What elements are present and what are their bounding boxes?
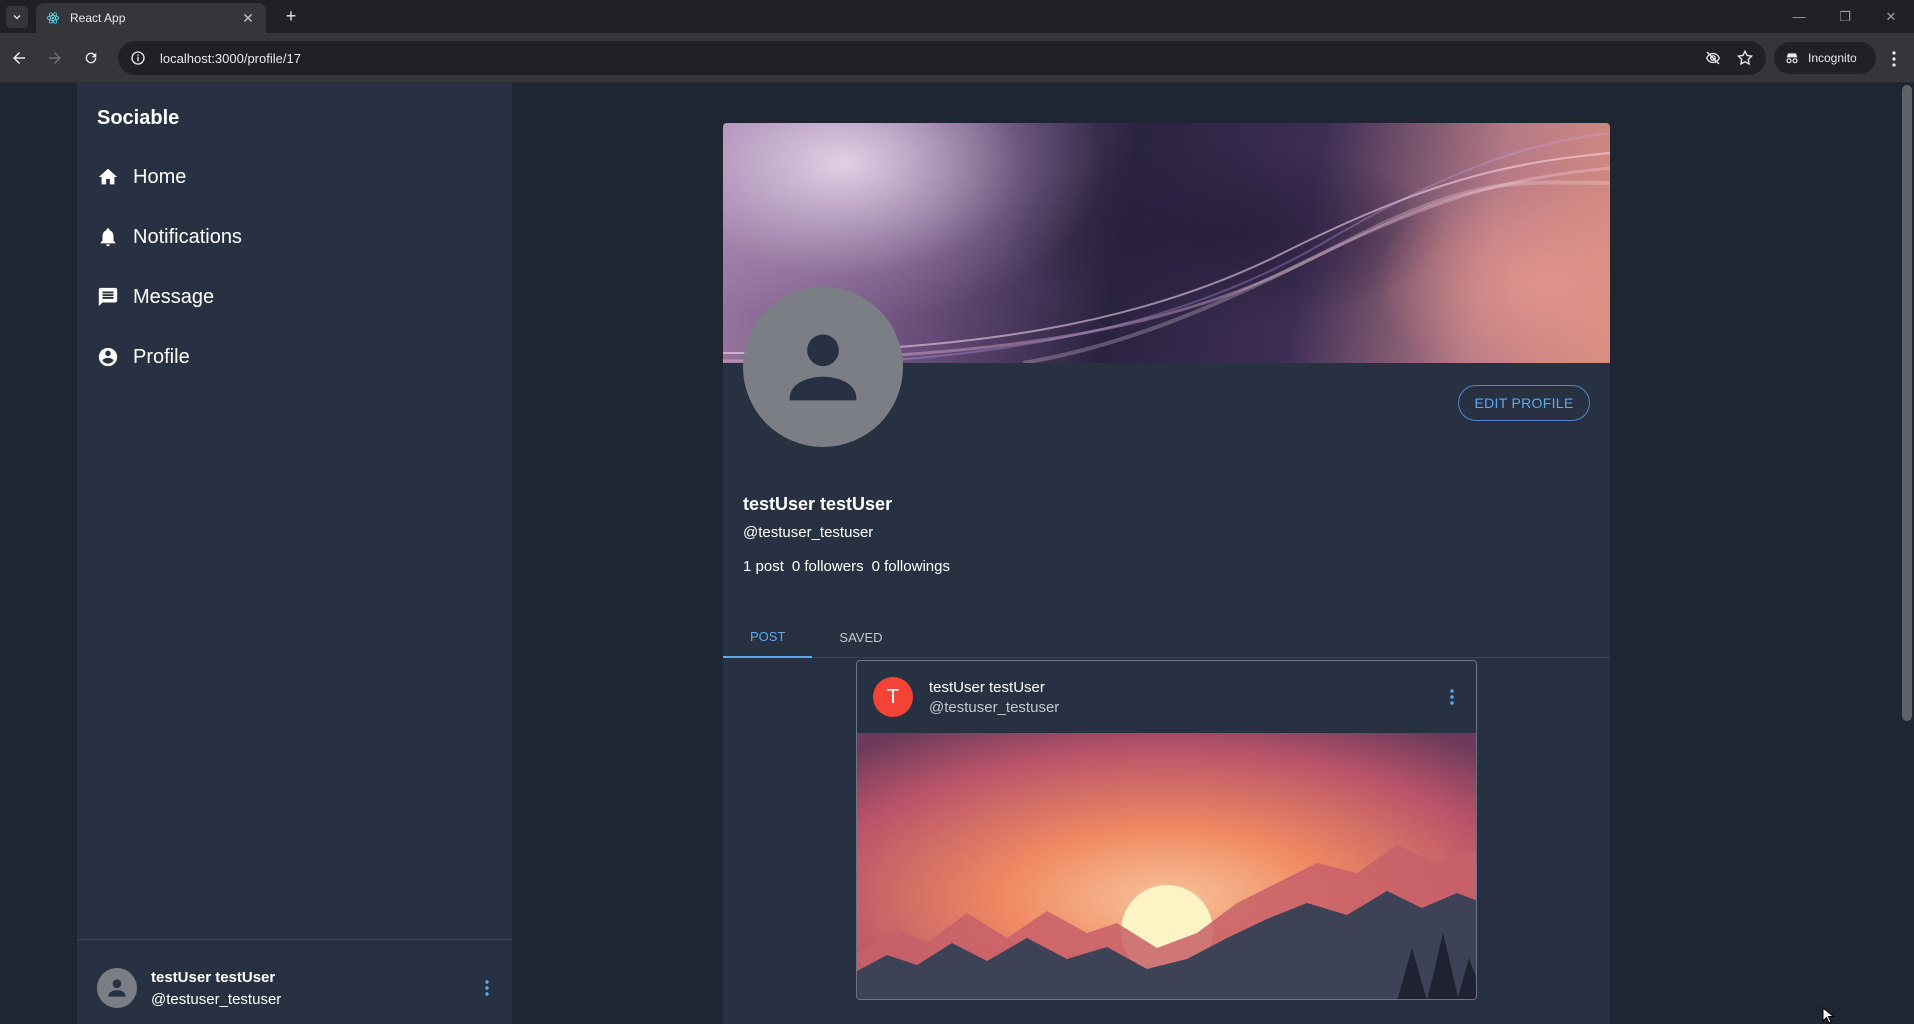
edit-profile-button[interactable]: EDIT PROFILE xyxy=(1458,385,1590,421)
more-vert-icon xyxy=(1892,51,1896,67)
account-circle-icon xyxy=(98,347,118,367)
browser-toolbar: localhost:3000/profile/17 Incognito xyxy=(0,33,1914,83)
sidebar-item-label: Message xyxy=(133,285,215,308)
eye-off-icon[interactable] xyxy=(1704,49,1722,67)
person-icon xyxy=(108,979,126,997)
tab-saved[interactable]: SAVED xyxy=(812,616,909,658)
post-card: T testUser testUser @testuser_testuser xyxy=(856,660,1477,1000)
window-controls: — ❐ ✕ xyxy=(1776,0,1914,33)
post-header: T testUser testUser @testuser_testuser xyxy=(857,661,1476,733)
address-bar[interactable]: localhost:3000/profile/17 xyxy=(118,41,1766,75)
url-text[interactable]: localhost:3000/profile/17 xyxy=(160,51,1690,66)
followings-count[interactable]: 0 followings xyxy=(872,558,950,575)
profile-handle: @testuser_testuser xyxy=(743,524,874,541)
bell-icon xyxy=(100,228,116,247)
restore-icon[interactable]: ❐ xyxy=(1822,0,1868,33)
browser-menu-button[interactable] xyxy=(1884,49,1904,69)
sidebar: Sociable Home Notifications Message Prof… xyxy=(77,83,512,1024)
sidebar-divider xyxy=(77,939,512,940)
arrow-back-icon xyxy=(13,51,25,64)
back-button[interactable] xyxy=(2,41,36,75)
more-vert-icon xyxy=(1450,689,1454,705)
followers-count[interactable]: 0 followers xyxy=(792,558,864,575)
sidebar-item-label: Home xyxy=(133,165,187,188)
account-handle: @testuser_testuser xyxy=(151,990,282,1008)
incognito-label: Incognito xyxy=(1808,51,1857,65)
profile-name: testUser testUser xyxy=(743,494,893,514)
sidebar-item-profile[interactable]: Profile xyxy=(97,337,190,377)
account-name: testUser testUser xyxy=(151,968,276,986)
minimize-icon[interactable]: — xyxy=(1776,0,1822,33)
more-vert-icon xyxy=(485,980,489,996)
arrow-forward-icon xyxy=(49,51,61,64)
mouse-cursor-icon xyxy=(1822,1007,1835,1024)
person-icon xyxy=(789,334,857,401)
page: Sociable Home Notifications Message Prof… xyxy=(0,83,1914,1024)
react-icon xyxy=(46,12,60,24)
reload-button[interactable] xyxy=(74,41,108,75)
browser-tab[interactable]: React App ✕ xyxy=(36,3,266,33)
incognito-icon xyxy=(1786,53,1798,64)
account-menu-button[interactable] xyxy=(477,976,497,1000)
scrollbar-thumb[interactable] xyxy=(1902,85,1912,721)
post-avatar[interactable]: T xyxy=(873,677,913,717)
profile-card: EDIT PROFILE testUser testUser @testuser… xyxy=(723,123,1610,1024)
close-window-icon[interactable]: ✕ xyxy=(1868,0,1914,33)
tab-search-button[interactable] xyxy=(6,6,28,28)
avatar xyxy=(97,968,137,1008)
brand-title[interactable]: Sociable xyxy=(97,107,179,130)
profile-tabs: POST SAVED xyxy=(723,616,1610,658)
sidebar-item-label: Notifications xyxy=(133,225,242,248)
new-tab-button[interactable]: + xyxy=(280,6,302,28)
post-menu-button[interactable] xyxy=(1442,685,1462,709)
message-icon xyxy=(98,287,118,307)
browser-tabstrip: React App ✕ + — ❐ ✕ xyxy=(0,0,1914,33)
profile-avatar xyxy=(743,287,903,447)
incognito-badge[interactable]: Incognito xyxy=(1774,42,1876,74)
post-author-handle: @testuser_testuser xyxy=(929,698,1060,716)
tab-title: React App xyxy=(70,11,126,25)
post-author-name[interactable]: testUser testUser xyxy=(929,679,1442,696)
sidebar-item-notifications[interactable]: Notifications xyxy=(97,217,242,257)
tab-close-icon[interactable]: ✕ xyxy=(240,10,256,27)
forward-button[interactable] xyxy=(38,41,72,75)
post-image xyxy=(857,733,1476,999)
home-icon xyxy=(98,168,118,185)
reload-icon xyxy=(85,52,97,63)
sidebar-item-home[interactable]: Home xyxy=(97,157,186,197)
sidebar-item-label: Profile xyxy=(133,345,190,368)
chevron-down-icon xyxy=(13,15,21,20)
site-info-icon[interactable] xyxy=(130,50,146,66)
account-card[interactable]: testUser testUser @testuser_testuser xyxy=(97,963,497,1013)
post-count: 1 post xyxy=(743,558,784,575)
tab-post[interactable]: POST xyxy=(723,616,813,658)
bookmark-star-icon[interactable] xyxy=(1736,49,1754,67)
sidebar-item-message[interactable]: Message xyxy=(97,277,214,317)
profile-stats: 1 post 0 followers 0 followings xyxy=(743,558,950,575)
scrollbar[interactable] xyxy=(1900,83,1914,1024)
